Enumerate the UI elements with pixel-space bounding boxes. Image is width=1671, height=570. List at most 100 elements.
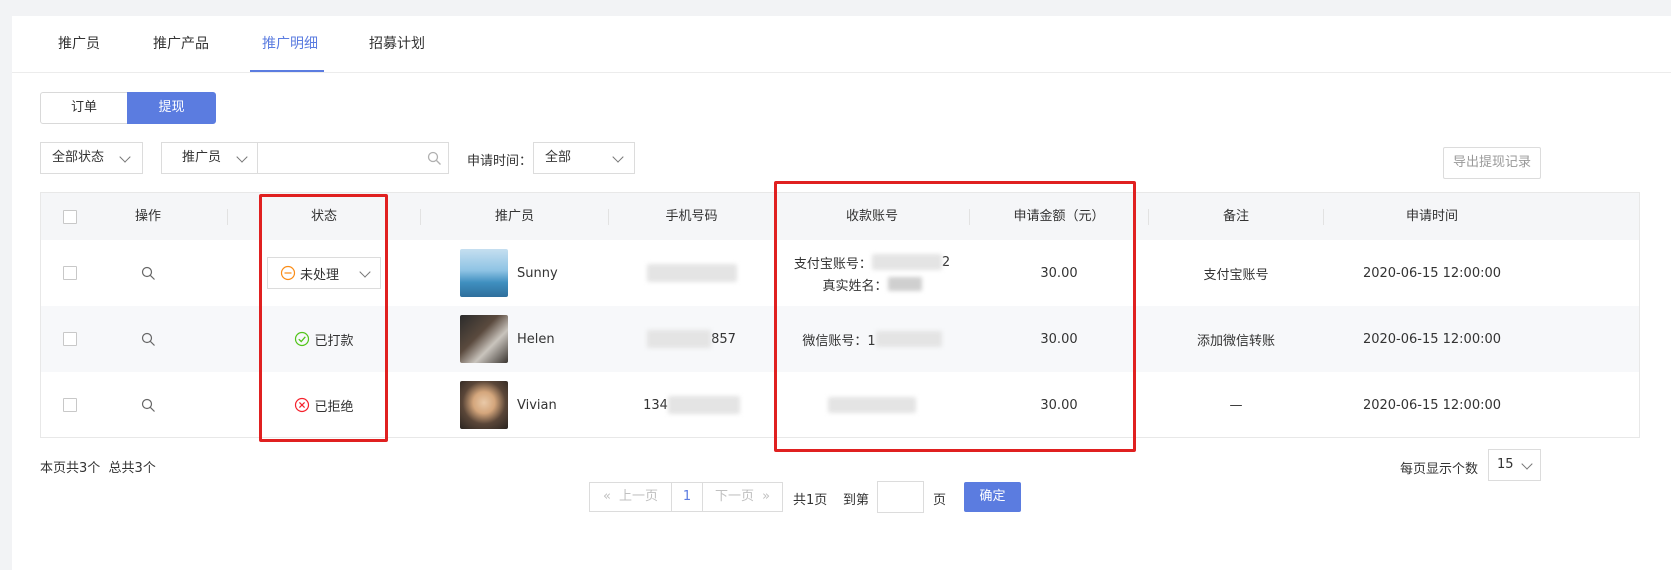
row-checkbox-cell (62, 306, 78, 372)
promoter-type-select[interactable]: 推广员 (161, 142, 258, 174)
tab-promoters[interactable]: 推广员 (58, 16, 100, 73)
avatar (460, 315, 508, 363)
avatar (460, 381, 508, 429)
status-label: 已拒绝 (314, 399, 354, 415)
header-status: 状态 (310, 209, 337, 224)
page-item-count: 本页共3个 总共3个 (40, 457, 156, 476)
active-tab-indicator (250, 70, 324, 72)
double-chevron-left-icon: « (602, 489, 611, 504)
promoter-cell: Helen (460, 306, 608, 372)
account-cell: 微信账号：1 (775, 306, 969, 372)
phone-redacted (646, 264, 737, 282)
chevron-down-icon (236, 151, 248, 163)
row-checkbox-cell (62, 372, 78, 438)
promoter-cell: Sunny (460, 240, 608, 306)
row-view-cell (81, 372, 215, 438)
goto-suffix: 页 (933, 493, 947, 508)
account-cell: 支付宝账号： 2 真实姓名： (775, 240, 969, 306)
segment-withdraw[interactable]: 提现 (127, 92, 216, 124)
header-promoter: 推广员 (494, 209, 534, 224)
pending-icon (280, 265, 296, 281)
apply-time-cell: 2020-06-15 12:00:00 (1362, 265, 1502, 281)
row-checkbox-cell (62, 240, 78, 306)
apply-time-value: 全部 (545, 150, 572, 165)
status-cell: 未处理 (228, 240, 420, 306)
close-circle-icon (295, 397, 310, 413)
account-line: 支付宝账号： 2 (794, 253, 950, 272)
chevron-down-icon (1521, 458, 1533, 470)
per-page-value: 15 (1497, 457, 1514, 472)
amount-cell: 30.00 (1040, 397, 1078, 413)
withdraw-table: 操作 状态 推广员 手机号码 收款账号 申请金额（元） 备注 申请时间 未处理 … (40, 192, 1640, 438)
main-panel: 推广员 推广产品 推广明细 招募计划 订单 提现 全部状态 推广员 申请时间： … (12, 16, 1671, 570)
status-filter-value: 全部状态 (52, 150, 105, 165)
search-icon[interactable] (141, 266, 156, 281)
real-name-label: 真实姓名： (822, 278, 888, 294)
tab-recruitment[interactable]: 招募计划 (369, 16, 425, 73)
phone-redacted (647, 330, 712, 348)
page-number-current[interactable]: 1 (671, 482, 703, 512)
status-label: 未处理 (300, 267, 340, 283)
table-header: 操作 状态 推广员 手机号码 收款账号 申请金额（元） 备注 申请时间 (41, 193, 1639, 240)
per-page-label: 每页显示个数 (1400, 462, 1479, 477)
search-icon[interactable] (141, 332, 156, 347)
next-page-button[interactable]: 下一页 » (702, 482, 783, 512)
row-checkbox[interactable] (63, 398, 77, 412)
tab-details[interactable]: 推广明细 (262, 16, 318, 73)
select-all-checkbox-cell (62, 193, 78, 240)
promoter-name: Helen (517, 331, 555, 347)
total-count-text: 总共3个 (108, 461, 156, 476)
header-remark: 备注 (1222, 209, 1249, 224)
apply-time-label: 申请时间： (467, 154, 533, 169)
header-apply-time: 申请时间 (1405, 209, 1458, 224)
goto-label: 到第 (843, 493, 870, 508)
apply-time-cell: 2020-06-15 12:00:00 (1362, 331, 1502, 347)
remark-cell: — (1229, 397, 1243, 413)
table-row: 已拒绝 Vivian 134 30.00 — 2020-06-15 12:00:… (41, 372, 1639, 438)
phone-cell (609, 240, 774, 306)
search-input[interactable] (257, 142, 449, 174)
tab-products[interactable]: 推广产品 (153, 16, 209, 73)
export-withdraw-button[interactable]: 导出提现记录 (1443, 147, 1541, 179)
search-icon[interactable] (427, 151, 442, 166)
next-page-label: 下一页 (714, 489, 754, 504)
apply-time-select[interactable]: 全部 (533, 142, 635, 174)
total-pages: 共1页 (793, 493, 828, 508)
promoter-cell: Vivian (460, 372, 608, 438)
search-icon[interactable] (141, 398, 156, 413)
header-amount: 申请金额（元） (1013, 209, 1105, 224)
real-name-line: 真实姓名： (822, 275, 922, 294)
per-page-select[interactable]: 15 (1488, 449, 1541, 481)
status-filter-select[interactable]: 全部状态 (40, 142, 143, 174)
promoter-name: Sunny (517, 265, 558, 281)
select-all-checkbox[interactable] (63, 209, 77, 224)
confirm-goto-button[interactable]: 确定 (964, 482, 1021, 512)
page-count-text: 本页共3个 (40, 461, 101, 476)
avatar (460, 249, 508, 297)
phone-cell: 857 (609, 306, 774, 372)
header-phone: 手机号码 (665, 209, 718, 224)
header-actions: 操作 (134, 209, 161, 224)
account-cell (775, 372, 969, 438)
chevron-down-icon (612, 151, 624, 163)
header-account: 收款账号 (845, 209, 898, 224)
phone-cell: 134 (609, 372, 774, 438)
amount-cell: 30.00 (1040, 265, 1078, 281)
promoter-type-value: 推广员 (182, 150, 222, 165)
table-row: 未处理 Sunny 支付宝账号： 2 真实姓名： 30.00 支付宝账号 202… (41, 240, 1639, 306)
account-redacted (871, 254, 942, 270)
status-cell: 已拒绝 (228, 372, 420, 438)
remark-cell: 添加微信转账 (1196, 333, 1275, 349)
check-circle-icon (295, 331, 310, 347)
prev-page-button[interactable]: « 上一页 (589, 482, 672, 512)
chevron-down-icon (359, 266, 371, 278)
row-checkbox[interactable] (63, 332, 77, 346)
row-view-cell (81, 306, 215, 372)
row-checkbox[interactable] (63, 266, 77, 280)
segment-orders[interactable]: 订单 (40, 92, 128, 124)
account-tail: 2 (941, 254, 951, 270)
phone-visible-digits: 857 (711, 331, 736, 347)
status-select[interactable]: 未处理 (267, 257, 381, 289)
goto-page-input[interactable] (877, 481, 924, 513)
phone-redacted (667, 396, 740, 414)
